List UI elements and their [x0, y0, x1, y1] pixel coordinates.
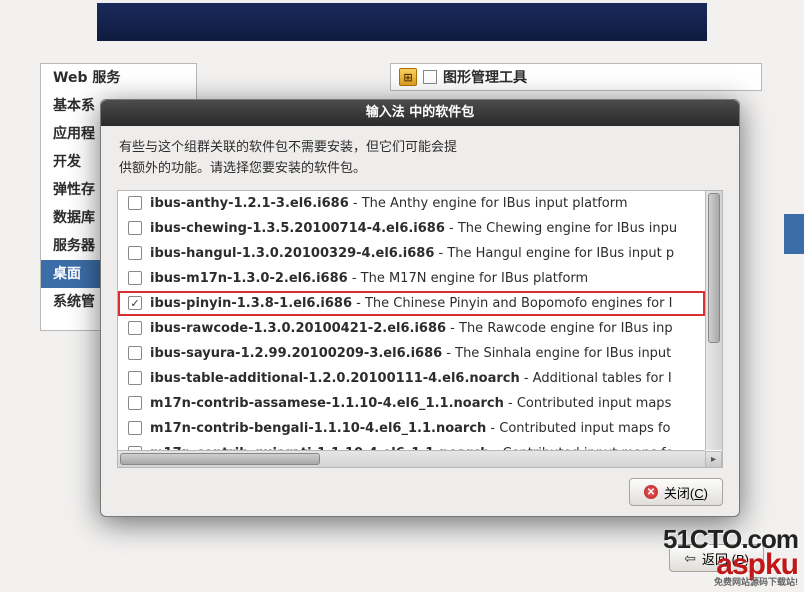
- close-icon: ✕: [644, 485, 658, 499]
- package-description: - Additional tables for I: [520, 371, 672, 386]
- package-row[interactable]: m17n-contrib-assamese-1.1.10-4.el6_1.1.n…: [118, 391, 705, 416]
- package-checkbox[interactable]: [128, 196, 142, 210]
- horizontal-scrollbar[interactable]: ▸: [118, 450, 705, 467]
- package-row[interactable]: ibus-anthy-1.2.1-3.el6.i686 - The Anthy …: [118, 191, 705, 216]
- package-checkbox[interactable]: [128, 396, 142, 410]
- sidebar-item-web[interactable]: Web 服务: [41, 64, 196, 92]
- installer-banner: [97, 3, 707, 41]
- package-selection-dialog: 输入法 中的软件包 有些与这个组群关联的软件包不需要安装，但它们可能会提 供额外…: [100, 99, 740, 517]
- package-row[interactable]: m17n-contrib-gujarati-1.1.10-4.el6_1.1.n…: [118, 441, 705, 450]
- package-description: - The Chewing engine for IBus inpu: [445, 221, 677, 236]
- package-row[interactable]: ibus-m17n-1.3.0-2.el6.i686 - The M17N en…: [118, 266, 705, 291]
- package-row[interactable]: ibus-hangul-1.3.0.20100329-4.el6.i686 - …: [118, 241, 705, 266]
- package-checkbox[interactable]: [128, 271, 142, 285]
- package-label: ibus-pinyin-1.3.8-1.el6.i686 - The Chine…: [150, 296, 672, 311]
- group-row-graphics-tools[interactable]: ⊞ 图形管理工具: [390, 63, 762, 91]
- package-row[interactable]: ibus-chewing-1.3.5.20100714-4.el6.i686 -…: [118, 216, 705, 241]
- package-name: ibus-pinyin-1.3.8-1.el6.i686: [150, 296, 352, 311]
- parent-selection-strip: [784, 214, 804, 254]
- wizard-footer: ⇦ 返回 (B): [40, 540, 764, 576]
- package-checkbox[interactable]: [128, 421, 142, 435]
- package-description: - The Chinese Pinyin and Bopomofo engine…: [352, 296, 672, 311]
- package-checkbox[interactable]: [128, 371, 142, 385]
- package-label: m17n-contrib-bengali-1.1.10-4.el6_1.1.no…: [150, 421, 670, 436]
- back-button[interactable]: ⇦ 返回 (B): [669, 544, 764, 572]
- package-row[interactable]: m17n-contrib-bengali-1.1.10-4.el6_1.1.no…: [118, 416, 705, 441]
- package-name: ibus-sayura-1.2.99.20100209-3.el6.i686: [150, 346, 442, 361]
- package-name: ibus-chewing-1.3.5.20100714-4.el6.i686: [150, 221, 445, 236]
- back-arrow-icon: ⇦: [684, 550, 696, 567]
- group-label: 图形管理工具: [443, 67, 527, 87]
- package-name: m17n-contrib-assamese-1.1.10-4.el6_1.1.n…: [150, 396, 504, 411]
- package-description: - The Anthy engine for IBus input platfo…: [349, 196, 628, 211]
- group-checkbox[interactable]: [423, 70, 437, 84]
- package-name: ibus-rawcode-1.3.0.20100421-2.el6.i686: [150, 321, 446, 336]
- package-label: ibus-table-additional-1.2.0.20100111-4.e…: [150, 371, 672, 386]
- horizontal-scroll-arrow-right-icon[interactable]: ▸: [705, 451, 722, 468]
- dialog-title: 输入法 中的软件包: [101, 100, 739, 126]
- package-checkbox[interactable]: [128, 246, 142, 260]
- close-button-label: 关闭(C): [664, 483, 708, 502]
- package-name: ibus-hangul-1.3.0.20100329-4.el6.i686: [150, 246, 434, 261]
- package-name: m17n-contrib-bengali-1.1.10-4.el6_1.1.no…: [150, 421, 486, 436]
- package-checkbox[interactable]: [128, 346, 142, 360]
- package-label: m17n-contrib-assamese-1.1.10-4.el6_1.1.n…: [150, 396, 671, 411]
- package-row[interactable]: ibus-sayura-1.2.99.20100209-3.el6.i686 -…: [118, 341, 705, 366]
- package-row[interactable]: ibus-rawcode-1.3.0.20100421-2.el6.i686 -…: [118, 316, 705, 341]
- horizontal-scrollbar-thumb[interactable]: [120, 453, 320, 465]
- package-description: - The Hangul engine for IBus input p: [434, 246, 674, 261]
- package-name: ibus-anthy-1.2.1-3.el6.i686: [150, 196, 349, 211]
- package-label: ibus-sayura-1.2.99.20100209-3.el6.i686 -…: [150, 346, 671, 361]
- package-checkbox[interactable]: ✓: [128, 296, 142, 310]
- package-list-viewport: ibus-anthy-1.2.1-3.el6.i686 - The Anthy …: [117, 190, 723, 468]
- package-description: - The Sinhala engine for IBus input: [442, 346, 671, 361]
- package-label: ibus-m17n-1.3.0-2.el6.i686 - The M17N en…: [150, 271, 588, 286]
- package-row[interactable]: ✓ ibus-pinyin-1.3.8-1.el6.i686 - The Chin…: [118, 291, 705, 316]
- close-button[interactable]: ✕ 关闭(C): [629, 478, 723, 506]
- dialog-footer: ✕ 关闭(C): [101, 468, 739, 516]
- package-row[interactable]: ibus-table-additional-1.2.0.20100111-4.e…: [118, 366, 705, 391]
- package-group-icon: ⊞: [399, 68, 417, 86]
- vertical-scrollbar-thumb[interactable]: [708, 193, 720, 343]
- package-checkbox[interactable]: [128, 221, 142, 235]
- dialog-description: 有些与这个组群关联的软件包不需要安装，但它们可能会提 供额外的功能。请选择您要安…: [101, 126, 739, 190]
- package-label: ibus-chewing-1.3.5.20100714-4.el6.i686 -…: [150, 221, 677, 236]
- package-label: ibus-anthy-1.2.1-3.el6.i686 - The Anthy …: [150, 196, 628, 211]
- package-list[interactable]: ibus-anthy-1.2.1-3.el6.i686 - The Anthy …: [118, 191, 705, 450]
- vertical-scrollbar[interactable]: [705, 191, 722, 450]
- package-name: ibus-table-additional-1.2.0.20100111-4.e…: [150, 371, 520, 386]
- package-description: - Contributed input maps fo: [486, 421, 670, 436]
- package-checkbox[interactable]: [128, 321, 142, 335]
- package-name: ibus-m17n-1.3.0-2.el6.i686: [150, 271, 348, 286]
- package-description: - The M17N engine for IBus platform: [348, 271, 589, 286]
- package-label: ibus-rawcode-1.3.0.20100421-2.el6.i686 -…: [150, 321, 673, 336]
- package-description: - Contributed input maps: [504, 396, 671, 411]
- package-label: ibus-hangul-1.3.0.20100329-4.el6.i686 - …: [150, 246, 674, 261]
- back-button-label: 返回 (B): [702, 549, 749, 568]
- package-description: - The Rawcode engine for IBus inp: [446, 321, 673, 336]
